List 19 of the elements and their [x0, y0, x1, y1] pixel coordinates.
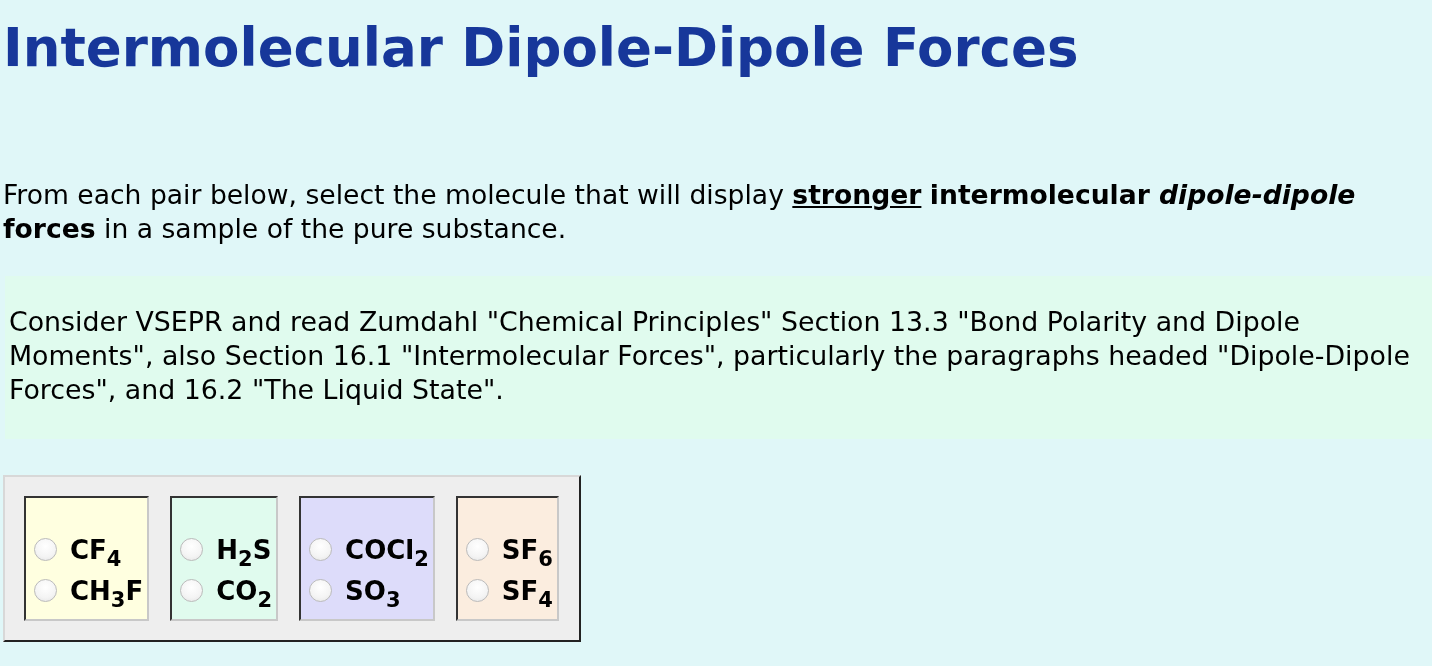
hint-text: Consider VSEPR and read Zumdahl "Chemical Principles" Section 13.3 "Bond Polarity and Dipole Moments", also Section 16.1 "Intermolecular Forces", particularly the paragraphs headed "Dipole-Dipole Forces", and 16.2 "The Liquid State".	[9, 305, 1411, 407]
radio-button[interactable]	[34, 579, 57, 602]
radio-button[interactable]	[180, 538, 204, 561]
formula-label: SF$_{4}$	[501, 575, 553, 606]
radio-button[interactable]	[309, 538, 333, 561]
formula-label: CF$_{4}$	[70, 534, 122, 565]
radio-button[interactable]	[309, 579, 333, 602]
radio-button[interactable]	[180, 579, 204, 602]
formula-label: SO$_{3}$	[345, 575, 401, 606]
instruction-text: From each pair below, select the molecule that will display stronger intermolecular dipole-dipole forces in a sample of the pure substance.	[3, 178, 1357, 246]
radio-button[interactable]	[465, 538, 489, 561]
formula-label: SF$_{6}$	[501, 534, 553, 565]
formula-label: CO$_{2}$	[216, 575, 273, 606]
formula-label: COCl$_{2}$	[345, 534, 429, 565]
page-title: Intermolecular Dipole-Dipole Forces	[3, 18, 1079, 78]
formula-label: CH$_{3}$F	[70, 575, 144, 606]
radio-button[interactable]	[465, 579, 489, 602]
formula-label: H$_{2}$S	[216, 534, 272, 565]
radio-button[interactable]	[34, 538, 57, 561]
